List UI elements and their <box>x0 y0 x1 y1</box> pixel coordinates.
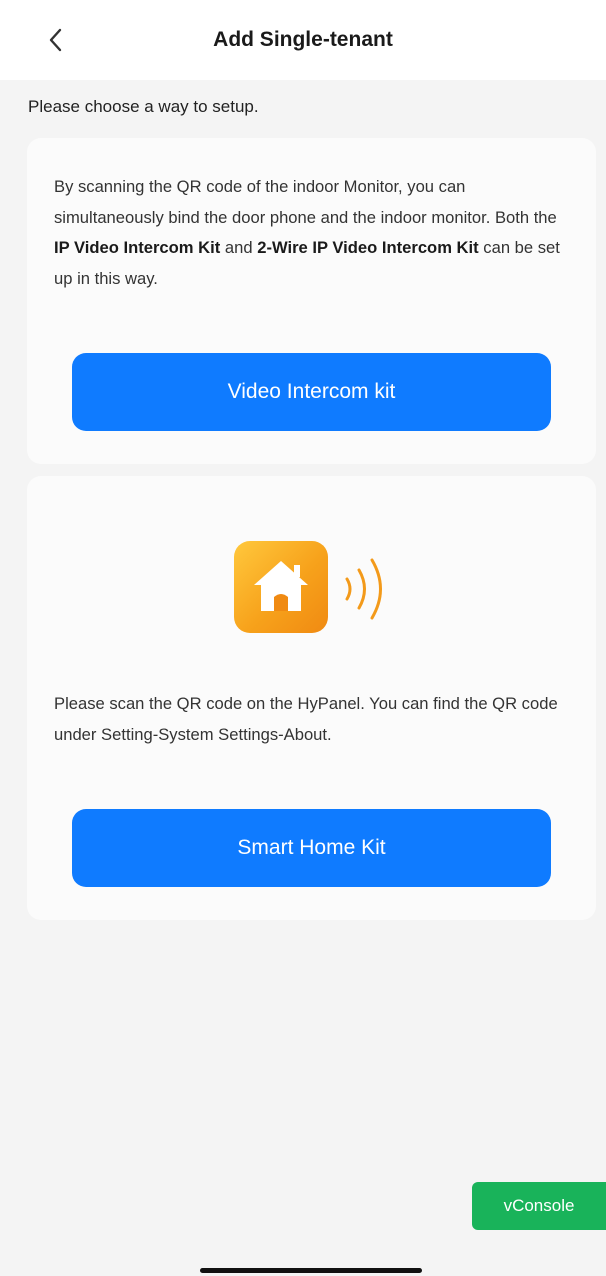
kit-name-2wire: 2-Wire IP Video Intercom Kit <box>257 238 479 257</box>
video-intercom-card: By scanning the QR code of the indoor Mo… <box>27 138 596 464</box>
smart-home-card: Please scan the QR code on the HyPanel. … <box>27 476 596 920</box>
setup-prompt: Please choose a way to setup. <box>28 97 259 116</box>
smart-home-description: Please scan the QR code on the HyPanel. … <box>54 694 558 744</box>
description-text: and <box>220 238 258 257</box>
smart-home-kit-button[interactable]: Smart Home Kit <box>72 809 551 887</box>
page-title: Add Single-tenant <box>213 28 393 51</box>
video-intercom-kit-button[interactable]: Video Intercom kit <box>72 353 551 431</box>
signal-waves-icon <box>345 558 382 620</box>
header-bar: Add Single-tenant <box>0 0 606 80</box>
vconsole-button[interactable]: vConsole <box>472 1182 606 1230</box>
description-text: By scanning the QR code of the indoor Mo… <box>54 177 557 227</box>
kit-name-ip: IP Video Intercom Kit <box>54 238 221 257</box>
smart-home-icon <box>234 541 328 633</box>
video-intercom-description: By scanning the QR code of the indoor Mo… <box>54 172 576 294</box>
home-indicator <box>200 1268 422 1273</box>
